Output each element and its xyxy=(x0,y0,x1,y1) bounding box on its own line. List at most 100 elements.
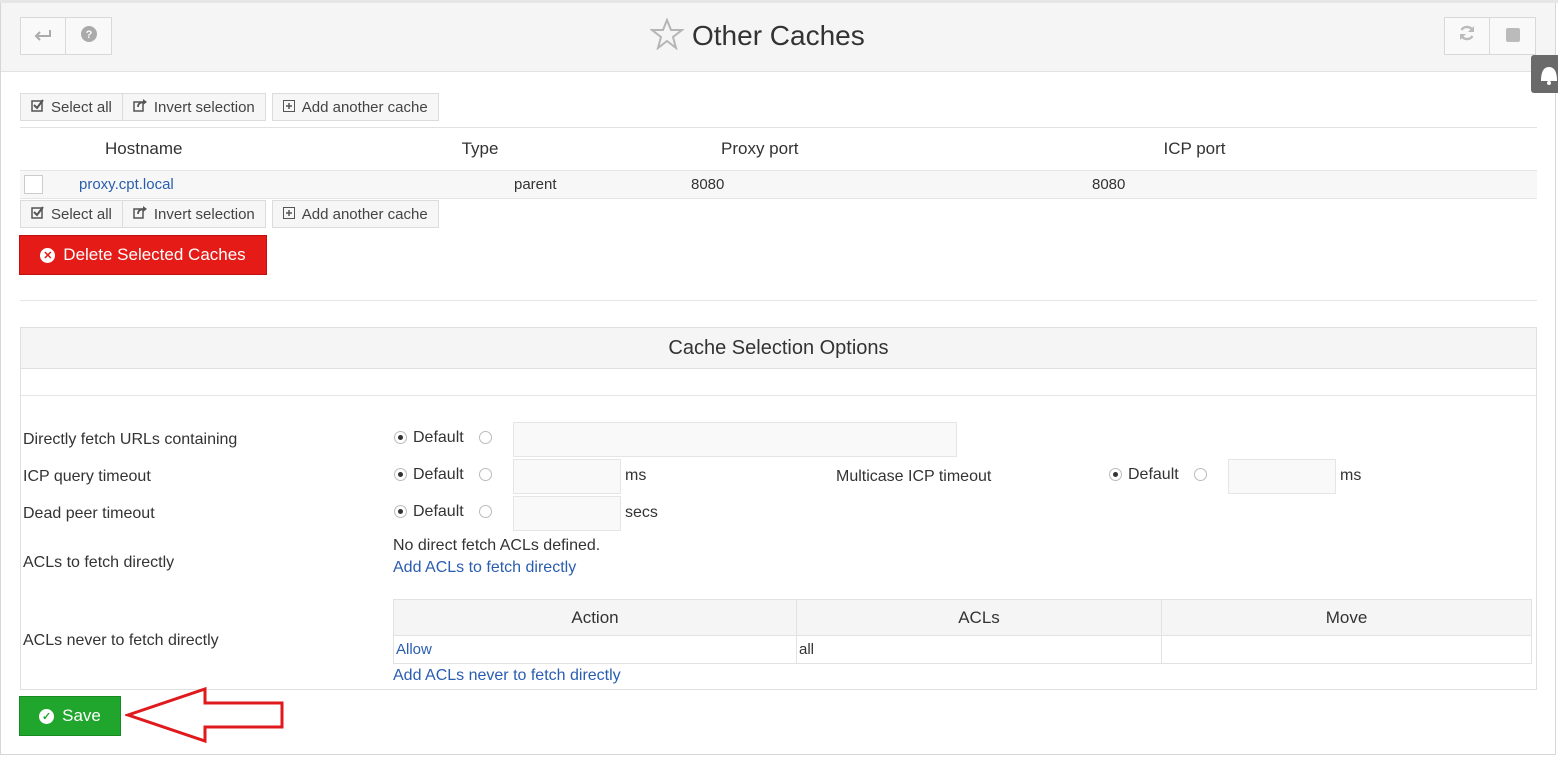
plus-square-icon xyxy=(282,99,295,115)
acl-never-table: Action ACLs Move Allow all xyxy=(393,599,1532,664)
select-column-header xyxy=(20,127,78,171)
nav-button-group: ? xyxy=(20,17,112,55)
times-circle-icon: ✕ xyxy=(40,247,56,263)
add-cache-label: Add another cache xyxy=(301,205,428,223)
options-heading: Cache Selection Options xyxy=(21,328,1536,369)
check-square-icon xyxy=(31,99,44,115)
column-header-type[interactable]: Type xyxy=(242,127,718,171)
invert-selection-button[interactable]: Invert selection xyxy=(122,93,266,121)
table-row: Allow all xyxy=(393,635,1532,664)
icp-timeout-default-label: Default xyxy=(413,466,464,483)
proxy-port-value: 8080 xyxy=(691,176,725,193)
add-direct-acl-link[interactable]: Add ACLs to fetch directly xyxy=(393,559,576,577)
add-cache-label: Add another cache xyxy=(301,98,428,116)
dead-peer-input[interactable] xyxy=(513,496,621,531)
page-title: Other Caches xyxy=(692,20,865,51)
proxy-port-cell: 8080 xyxy=(691,170,852,199)
column-header-hostname[interactable]: Hostname xyxy=(78,127,242,171)
acl-move-cell xyxy=(1161,635,1532,664)
share-square-icon xyxy=(133,99,147,115)
column-header-icp-port[interactable]: ICP port xyxy=(852,127,1537,171)
star-outline-icon[interactable] xyxy=(649,17,685,54)
add-never-acl-link[interactable]: Add ACLs never to fetch directly xyxy=(393,667,621,685)
multicast-icp-label: Multicase ICP timeout xyxy=(836,468,992,485)
dead-peer-custom-radio[interactable] xyxy=(479,505,492,518)
return-arrow-icon xyxy=(34,25,52,48)
select-all-button-bottom[interactable]: Select all xyxy=(20,200,123,228)
hostname-link[interactable]: proxy.cpt.local xyxy=(79,176,174,193)
icp-port-cell: 8080 xyxy=(852,170,1537,199)
stop-icon xyxy=(1505,25,1520,48)
direct-fetch-label: Directly fetch URLs containing xyxy=(23,431,238,448)
direct-fetch-default-radio[interactable] xyxy=(394,431,407,444)
acl-never-label: ACLs never to fetch directly xyxy=(23,632,219,649)
cache-table-header: Hostname Type Proxy port ICP port xyxy=(20,127,1537,171)
select-all-button[interactable]: Select all xyxy=(20,93,123,121)
multicast-icp-unit: ms xyxy=(1340,467,1362,484)
top-edge xyxy=(0,0,1558,3)
column-header-acls: ACLs xyxy=(796,599,1162,636)
plus-square-icon xyxy=(282,206,295,222)
check-square-icon xyxy=(31,206,44,222)
notification-tab[interactable] xyxy=(1531,55,1558,93)
icp-timeout-default-radio[interactable] xyxy=(394,468,407,481)
icp-timeout-input[interactable] xyxy=(513,459,621,494)
question-circle-icon: ? xyxy=(80,25,97,48)
direct-fetch-input[interactable] xyxy=(513,422,957,457)
hostname-cell: proxy.cpt.local xyxy=(78,170,242,199)
delete-selected-caches-button[interactable]: ✕ Delete Selected Caches xyxy=(19,235,267,275)
icp-timeout-unit: ms xyxy=(625,467,647,484)
back-button[interactable] xyxy=(20,17,66,55)
icp-timeout-custom-radio[interactable] xyxy=(479,468,492,481)
acl-acls-cell: all xyxy=(796,635,1162,664)
no-direct-acls-text: No direct fetch ACLs defined. xyxy=(393,537,601,554)
page-title-wrap: Other Caches xyxy=(649,17,865,54)
acl-table-header: Action ACLs Move xyxy=(393,599,1532,636)
multicast-icp-default-label: Default xyxy=(1128,466,1179,483)
add-cache-button-bottom[interactable]: Add another cache xyxy=(271,200,439,228)
dead-peer-unit: secs xyxy=(625,504,658,521)
column-header-move: Move xyxy=(1161,599,1532,636)
multicast-icp-default-radio[interactable] xyxy=(1109,468,1122,481)
save-button[interactable]: ✓ Save xyxy=(19,696,121,736)
select-all-label: Select all xyxy=(51,205,112,223)
row-checkbox[interactable] xyxy=(24,175,43,194)
options-divider xyxy=(21,395,1536,396)
acl-action-link[interactable]: Allow xyxy=(396,641,432,658)
svg-text:?: ? xyxy=(85,29,92,41)
invert-selection-button-bottom[interactable]: Invert selection xyxy=(122,200,266,228)
acl-direct-label: ACLs to fetch directly xyxy=(23,554,175,571)
selection-toolbar-top: Select all Invert selection Add another … xyxy=(20,93,439,121)
dead-peer-label: Dead peer timeout xyxy=(23,505,155,522)
refresh-icon xyxy=(1458,24,1476,48)
share-square-icon xyxy=(133,206,147,222)
row-checkbox-cell xyxy=(20,170,78,199)
column-header-action: Action xyxy=(393,599,797,636)
help-button[interactable]: ? xyxy=(66,17,112,55)
type-cell: parent xyxy=(242,170,718,199)
cache-table: Hostname Type Proxy port ICP port proxy.… xyxy=(20,127,1537,199)
action-button-group xyxy=(1444,17,1536,55)
selection-toolbar-bottom: Select all Invert selection Add another … xyxy=(20,200,439,228)
check-circle-icon: ✓ xyxy=(39,708,55,724)
dead-peer-default-label: Default xyxy=(413,503,464,520)
dead-peer-default-radio[interactable] xyxy=(394,505,407,518)
icp-timeout-label: ICP query timeout xyxy=(23,468,151,485)
stop-button[interactable] xyxy=(1490,17,1536,55)
multicast-icp-input[interactable] xyxy=(1228,459,1336,494)
multicast-icp-custom-radio[interactable] xyxy=(1194,468,1207,481)
table-row: proxy.cpt.local parent 8080 8080 xyxy=(20,170,1537,199)
invert-selection-label: Invert selection xyxy=(153,98,255,116)
refresh-button[interactable] xyxy=(1444,17,1490,55)
acl-action-cell: Allow xyxy=(393,635,797,664)
bell-icon xyxy=(1531,67,1558,97)
save-button-label: Save xyxy=(62,706,101,725)
column-header-proxy-port[interactable]: Proxy port xyxy=(718,127,852,171)
select-all-label: Select all xyxy=(51,98,112,116)
invert-selection-label: Invert selection xyxy=(153,205,255,223)
direct-fetch-custom-radio[interactable] xyxy=(479,431,492,444)
add-cache-button[interactable]: Add another cache xyxy=(271,93,439,121)
direct-fetch-default-label: Default xyxy=(413,429,464,446)
annotation-arrow-icon xyxy=(125,686,284,744)
delete-button-label: Delete Selected Caches xyxy=(63,245,246,264)
